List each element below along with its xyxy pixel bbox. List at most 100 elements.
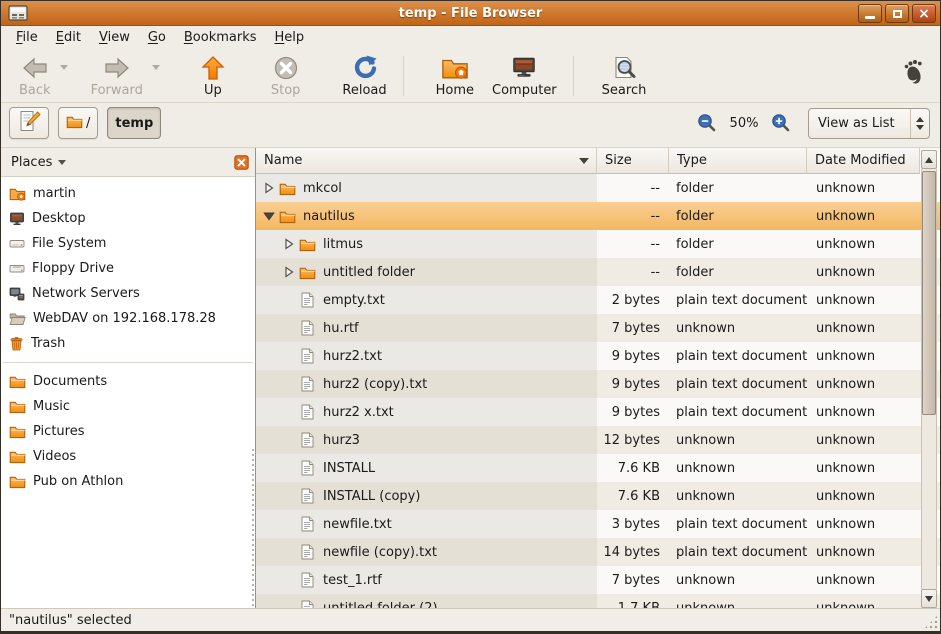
file-icon	[298, 292, 316, 308]
menu-go[interactable]: Go	[139, 28, 175, 47]
type-cell: unknown	[669, 454, 807, 482]
back-history-dropdown[interactable]	[57, 65, 71, 70]
sidebar-item-documents[interactable]: Documents	[1, 369, 255, 394]
file-row-untitled-folder[interactable]: untitled folder--folderunknown	[256, 258, 940, 286]
sidebar-item-floppy-drive[interactable]: Floppy Drive	[1, 256, 255, 281]
sidebar-item-martin[interactable]: martin	[1, 181, 255, 206]
file-row-install[interactable]: INSTALL7.6 KBunknownunknown	[256, 454, 940, 482]
sidebar-item-pub-on-athlon[interactable]: Pub on Athlon	[1, 469, 255, 494]
sidebar-item-pictures[interactable]: Pictures	[1, 419, 255, 444]
sidebar-item-trash[interactable]: Trash	[1, 331, 255, 356]
column-header-size[interactable]: Size	[597, 148, 669, 174]
size-cell: 1.7 KB	[597, 594, 669, 608]
folder-icon	[278, 208, 296, 224]
search-button[interactable]: Search	[596, 53, 653, 99]
home-button[interactable]: Home	[430, 53, 480, 99]
file-name: hurz2 (copy).txt	[323, 377, 427, 392]
column-header-name[interactable]: Name	[256, 148, 597, 174]
resize-grip[interactable]	[924, 615, 938, 629]
expander-collapsed-icon[interactable]	[261, 182, 276, 195]
toolbar-separator	[403, 56, 404, 96]
root-path-button[interactable]: /	[58, 107, 98, 139]
file-row-mkcol[interactable]: mkcol--folderunknown	[256, 174, 940, 202]
titlebar[interactable]: temp - File Browser ×	[1, 1, 940, 26]
minimize-icon	[865, 16, 875, 19]
scrollbar-trough[interactable]	[921, 169, 937, 589]
file-row-litmus[interactable]: litmus--folderunknown	[256, 230, 940, 258]
sidebar-item-file-system[interactable]: File System	[1, 231, 255, 256]
sidebar-item-label: Floppy Drive	[32, 261, 114, 276]
combo-spinner-icon[interactable]	[910, 109, 929, 138]
file-row-hurz2-copy-txt[interactable]: hurz2 (copy).txt9 bytesplain text docume…	[256, 370, 940, 398]
expander-collapsed-icon[interactable]	[281, 238, 296, 251]
file-row-newfile-copy-txt[interactable]: newfile (copy).txt 14 bytesplain text doc…	[256, 538, 940, 566]
zoom-out-button[interactable]	[697, 113, 717, 133]
minimize-button[interactable]	[858, 4, 882, 23]
sidebar-separator	[3, 362, 253, 363]
computer-button[interactable]: Computer	[486, 53, 563, 99]
expander-expanded-icon[interactable]	[261, 210, 276, 223]
file-row-newfile-txt[interactable]: newfile.txt3 bytesplain text documentunk…	[256, 510, 940, 538]
sidebar-item-network-servers[interactable]: Network Servers	[1, 281, 255, 306]
sidebar-item-webdav-on-192-168-178-28[interactable]: WebDAV on 192.168.178.28	[1, 306, 255, 331]
menu-file[interactable]: File	[7, 28, 47, 47]
scroll-down-button[interactable]	[921, 589, 937, 608]
file-row-hurz3[interactable]: hurz312 bytesunknownunknown	[256, 426, 940, 454]
sidebar-item-label: Videos	[33, 449, 76, 464]
current-path-button[interactable]: temp	[107, 107, 161, 139]
sidebar-item-videos[interactable]: Videos	[1, 444, 255, 469]
reload-button[interactable]: Reload	[336, 53, 392, 99]
file-name: hu.rtf	[323, 321, 359, 336]
folder-icon	[66, 114, 83, 133]
file-name: nautilus	[303, 209, 355, 224]
file-row-hurz2-txt[interactable]: hurz2.txt9 bytesplain text documentunkno…	[256, 342, 940, 370]
zoom-in-button[interactable]	[771, 113, 791, 133]
column-header-type[interactable]: Type	[669, 148, 807, 174]
sidebar-item-label: Desktop	[32, 211, 86, 226]
file-row-untitled-folder-2-[interactable]: untitled folder (2)1.7 KBunknownunknown	[256, 594, 940, 608]
forward-button[interactable]: Forward	[85, 53, 149, 99]
menu-edit[interactable]: Edit	[47, 28, 90, 47]
name-cell: hu.rtf	[256, 314, 597, 342]
menu-bookmarks[interactable]: Bookmarks	[175, 28, 266, 47]
file-row-hurz2-x-txt[interactable]: hurz2 x.txt9 bytesplain text documentunk…	[256, 398, 940, 426]
edit-location-button[interactable]	[9, 107, 49, 139]
menu-help[interactable]: Help	[266, 28, 314, 47]
file-row-hu-rtf[interactable]: hu.rtf7 bytesunknownunknown	[256, 314, 940, 342]
close-button[interactable]: ×	[912, 4, 936, 23]
file-name: hurz3	[323, 433, 360, 448]
sidebar-item-music[interactable]: Music	[1, 394, 255, 419]
scroll-up-button[interactable]	[921, 150, 937, 169]
sidebar-item-label: Pictures	[33, 424, 84, 439]
file-row-nautilus[interactable]: nautilus--folderunknown	[256, 202, 940, 230]
type-cell: plain text document	[669, 342, 807, 370]
maximize-button[interactable]	[885, 4, 909, 23]
name-cell: untitled folder	[256, 258, 597, 286]
type-cell: plain text document	[669, 538, 807, 566]
file-row-empty-txt[interactable]: empty.txt2 bytesplain text documentunkno…	[256, 286, 940, 314]
scrollbar-thumb[interactable]	[922, 171, 936, 415]
column-header-date-modified[interactable]: Date Modified	[807, 148, 920, 174]
file-row-install-copy-[interactable]: INSTALL (copy)7.6 KBunknownunknown	[256, 482, 940, 510]
sidebar-close-button[interactable]	[234, 155, 249, 170]
file-icon	[298, 376, 316, 392]
folder-icon	[9, 399, 26, 414]
stop-button[interactable]: Stop	[265, 53, 307, 99]
type-cell: folder	[669, 174, 807, 202]
sidebar-item-desktop[interactable]: Desktop	[1, 206, 255, 231]
forward-history-dropdown[interactable]	[149, 65, 163, 70]
view-mode-combo[interactable]: View as List	[808, 108, 930, 139]
computer-icon	[510, 54, 538, 82]
type-cell: folder	[669, 230, 807, 258]
menu-view[interactable]: View	[90, 28, 139, 47]
back-button[interactable]: Back	[13, 53, 57, 99]
file-name: newfile (copy).txt	[323, 545, 437, 560]
floppy-icon	[9, 261, 25, 276]
places-selector[interactable]: Places	[11, 155, 66, 170]
file-row-test-1-rtf[interactable]: test_1.rtf7 bytesunknownunknown	[256, 566, 940, 594]
size-cell: 14 bytes	[597, 538, 669, 566]
expander-collapsed-icon[interactable]	[281, 266, 296, 279]
sidebar-item-label: File System	[32, 236, 106, 251]
folder-icon	[9, 449, 26, 464]
up-button[interactable]: Up	[193, 53, 233, 99]
